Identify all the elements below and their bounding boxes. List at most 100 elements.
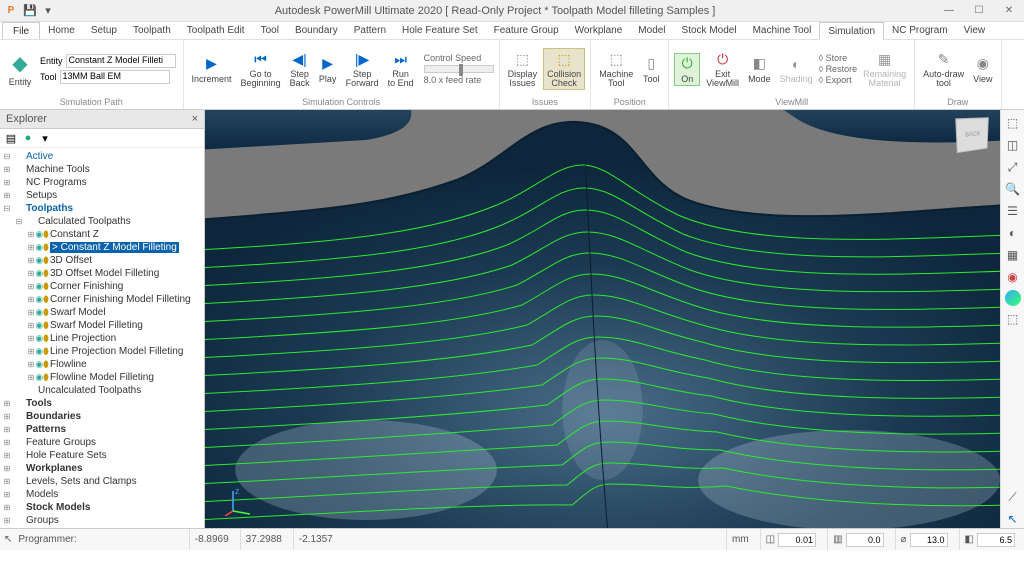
goto-beginning-button[interactable]: ⏮Go to Beginning [238, 49, 284, 89]
dropdown-icon[interactable]: ▾ [38, 131, 52, 145]
export-button[interactable]: ◊ Export [819, 75, 857, 85]
tree-toggle-icon[interactable]: ⊞ [2, 503, 12, 512]
close-button[interactable]: ✕ [994, 1, 1024, 21]
tree-toggle-icon[interactable]: ⊞ [2, 516, 12, 525]
tree-item[interactable]: ⊞◉⬮Line Projection [0, 332, 204, 345]
block-icon[interactable]: ▦ [1004, 246, 1022, 264]
tree-item[interactable]: ⊞◉⬮Line Projection Model Filleting [0, 345, 204, 358]
collision-check-button[interactable]: ⬚Collision Check [543, 48, 585, 90]
viewmill-mode-button[interactable]: ◧Mode [745, 54, 774, 85]
tree-item[interactable]: ⊞◉⬮Constant Z [0, 228, 204, 241]
tree-toggle-icon[interactable]: ⊞ [2, 464, 12, 473]
tree-item[interactable]: ⊞Machine Tools [0, 163, 204, 176]
viewmill-on-button[interactable]: ⏻On [674, 53, 700, 86]
pick-icon[interactable]: ⬚ [1004, 310, 1022, 328]
cube-view-icon[interactable]: ◫ [1004, 136, 1022, 154]
tab-simulation[interactable]: Simulation [819, 22, 884, 40]
entity-button[interactable]: ◆ Entity [5, 51, 35, 88]
tree-item[interactable]: ⊟Active [0, 150, 204, 163]
tab-hole-feature[interactable]: Hole Feature Set [394, 22, 486, 39]
autodraw-button[interactable]: ✎Auto-draw tool [920, 49, 967, 89]
tree-item[interactable]: ⊟Calculated Toolpaths [0, 215, 204, 228]
machine-tool-button[interactable]: ⬚Machine Tool [596, 49, 636, 89]
viewport-3d[interactable]: BACK Z [205, 110, 1000, 528]
tree-item[interactable]: ⊞◉⬮Flowline [0, 358, 204, 371]
tab-view[interactable]: View [956, 22, 994, 39]
tree-item[interactable]: ⊞◉⬮Corner Finishing Model Filleting [0, 293, 204, 306]
tree-item[interactable]: Uncalculated Toolpaths [0, 384, 204, 397]
run-to-end-button[interactable]: ⏭Run to End [385, 49, 417, 89]
tab-tool[interactable]: Tool [253, 22, 287, 39]
viewmill-shading-button[interactable]: ◐Shading [777, 54, 816, 85]
tree-item[interactable]: ⊞Groups [0, 514, 204, 527]
tab-nc-program[interactable]: NC Program [884, 22, 956, 39]
diameter-field[interactable]: ⌀ [895, 529, 953, 550]
play-button[interactable]: ▶Play [316, 54, 340, 85]
tree-item[interactable]: ⊞Patterns [0, 423, 204, 436]
tree-toggle-icon[interactable]: ⊞ [2, 191, 12, 200]
tree-toggle-icon[interactable]: ⊞ [2, 425, 12, 434]
step-forward-button[interactable]: |▶Step Forward [343, 49, 382, 89]
view-cube[interactable]: BACK [955, 117, 989, 153]
tree-toggle-icon[interactable]: ⊞ [2, 477, 12, 486]
store-button[interactable]: ◊ Store [819, 53, 857, 63]
restore-button[interactable]: ◊ Restore [819, 64, 857, 74]
display-issues-button[interactable]: ⬚Display Issues [505, 49, 541, 89]
dropdown-icon[interactable]: ▾ [40, 3, 56, 19]
tree-toggle-icon[interactable]: ⊞ [2, 451, 12, 460]
tree-toggle-icon[interactable]: ⊞ [2, 399, 12, 408]
tab-feature-group[interactable]: Feature Group [486, 22, 567, 39]
zoom-icon[interactable]: 🔍 [1004, 180, 1022, 198]
tree-item[interactable]: ⊞Workplanes [0, 462, 204, 475]
tree-item[interactable]: ⊞◉⬮> Constant Z Model Filleting [0, 241, 204, 254]
tool-button[interactable]: ▯Tool [639, 54, 663, 85]
file-menu[interactable]: File [2, 22, 40, 39]
tree-item[interactable]: ⊞NC Programs [0, 176, 204, 189]
tree-toggle-icon[interactable]: ⊞ [2, 412, 12, 421]
tree-item[interactable]: ⊞◉⬮Flowline Model Filleting [0, 371, 204, 384]
remaining-material-button[interactable]: ▦Remaining Material [860, 49, 909, 89]
tab-model[interactable]: Model [630, 22, 673, 39]
tree-toggle-icon[interactable]: ⊞ [2, 490, 12, 499]
shade-icon[interactable]: ◐ [1004, 224, 1022, 242]
entity-combo[interactable]: Constant Z Model Filleti [66, 54, 176, 68]
zoom-fit-icon[interactable]: ⤢ [1004, 158, 1022, 176]
rainbow-icon[interactable]: ◉ [1004, 268, 1022, 286]
tab-toolpath-edit[interactable]: Toolpath Edit [179, 22, 253, 39]
tree-item[interactable]: ⊞Models [0, 488, 204, 501]
tree-item[interactable]: ⊞Macros [0, 527, 204, 528]
tree-item[interactable]: ⊞Hole Feature Sets [0, 449, 204, 462]
view-button[interactable]: ◉View [970, 54, 995, 85]
tree-item[interactable]: ⊞Setups [0, 189, 204, 202]
tab-setup[interactable]: Setup [83, 22, 125, 39]
filter-icon[interactable]: ▤ [4, 131, 18, 145]
speed-slider[interactable] [424, 65, 494, 73]
tree-item[interactable]: ⊞◉⬮Swarf Model Filleting [0, 319, 204, 332]
viewmill-exit-button[interactable]: ⏻Exit ViewMill [703, 49, 742, 89]
tree-item[interactable]: ⊞Stock Models [0, 501, 204, 514]
other-field[interactable]: ◧ [959, 529, 1020, 550]
tolerance-field[interactable]: ◫ [760, 529, 821, 550]
tree-toggle-icon[interactable]: ⊟ [2, 204, 12, 213]
tree-item[interactable]: ⊟Toolpaths [0, 202, 204, 215]
tree-item[interactable]: ⊞Boundaries [0, 410, 204, 423]
tree-toggle-icon[interactable]: ⊟ [2, 152, 12, 161]
save-icon[interactable]: 💾 [22, 3, 38, 19]
tree-item[interactable]: ⊞◉⬮3D Offset Model Filleting [0, 267, 204, 280]
tree-item[interactable]: ⊞◉⬮3D Offset [0, 254, 204, 267]
tab-stock-model[interactable]: Stock Model [674, 22, 745, 39]
tree-toggle-icon[interactable]: ⊞ [2, 178, 12, 187]
cursor-icon[interactable]: ↖ [1004, 510, 1022, 528]
tree-item[interactable]: ⊞Tools [0, 397, 204, 410]
tree-item[interactable]: ⊞Feature Groups [0, 436, 204, 449]
wireframe-icon[interactable]: ☰ [1004, 202, 1022, 220]
tab-workplane[interactable]: Workplane [567, 22, 631, 39]
globe-icon[interactable]: ● [21, 131, 35, 145]
iso-view-icon[interactable]: ⬚ [1004, 114, 1022, 132]
tree-toggle-icon[interactable]: ⊟ [14, 217, 24, 226]
tree-item[interactable]: ⊞Levels, Sets and Clamps [0, 475, 204, 488]
explorer-tree[interactable]: ⊟Active⊞Machine Tools⊞NC Programs⊞Setups… [0, 148, 204, 528]
increment-button[interactable]: ▶Increment [189, 54, 235, 85]
tree-item[interactable]: ⊞◉⬮Swarf Model [0, 306, 204, 319]
explorer-close-icon[interactable]: × [192, 113, 198, 125]
